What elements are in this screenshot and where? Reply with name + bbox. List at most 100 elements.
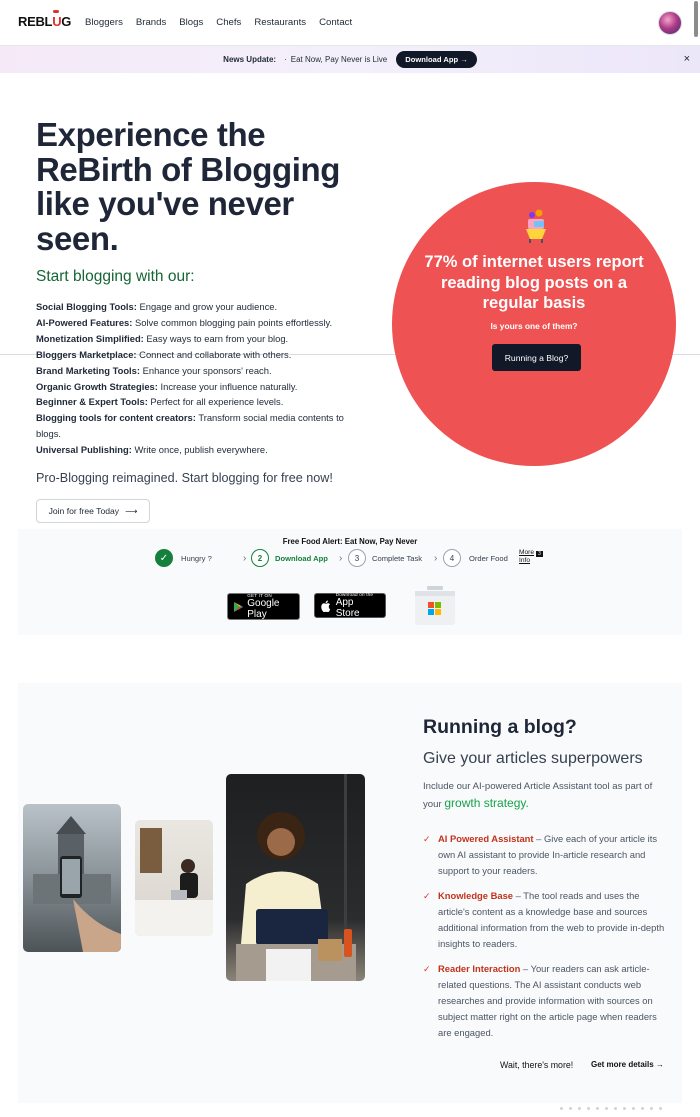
dot[interactable] [614,1107,617,1110]
info-badge: 3 [536,551,543,557]
dot[interactable] [623,1107,626,1110]
dot[interactable] [596,1107,599,1110]
check-icon: ✓ [155,549,173,567]
dot[interactable] [587,1107,590,1110]
dot[interactable] [632,1107,635,1110]
nav-link-restaurants[interactable]: Restaurants [254,17,306,28]
news-separator: · [284,55,287,64]
blog-intro: Include our AI-powered Article Assistant… [423,779,673,813]
feature-item: Beginner & Expert Tools: Perfect for all… [36,394,366,410]
feature-bold: Bloggers Marketplace: [36,348,137,360]
step-number: 3 [348,549,366,567]
hero-title: Experience the ReBirth of Blogging like … [36,116,341,257]
stat-circle: 77% of internet users report reading blo… [392,182,676,466]
dot[interactable] [641,1107,644,1110]
logo-text-a: REBL [18,14,53,29]
bullet-ai-assistant: ✓ AI Powered Assistant – Give each of yo… [423,831,673,879]
scrollbar-thumb[interactable] [694,1,698,37]
feature-bold: Blogging tools for content creators: [36,412,196,424]
apple-icon [321,599,331,612]
feature-list: Social Blogging Tools: Engage and grow y… [36,299,366,458]
nav-link-chefs[interactable]: Chefs [216,17,241,28]
dot[interactable] [578,1107,581,1110]
feature-bold: Beginner & Expert Tools: [36,396,148,408]
dot[interactable] [569,1107,572,1110]
more-info-link[interactable]: More Info [519,549,537,565]
feature-text: Connect and collaborate with others. [136,348,292,360]
feature-item: Monetization Simplified: Easy ways to ea… [36,331,366,347]
feature-bold: Social Blogging Tools: [36,301,137,312]
feature-text: Perfect for all experience levels. [147,396,284,408]
step-1[interactable]: ✓ Hungry ? [155,549,212,567]
step-4[interactable]: 4 Order Food [443,549,508,567]
arrow-right-icon: ⟶ [125,505,138,516]
google-play-icon [234,601,244,612]
step-2[interactable]: 2 Download App [251,549,328,567]
bullet-text: – Your readers can ask article-related q… [438,963,657,1038]
step-number: 2 [251,549,269,567]
step-label: Complete Task [372,553,423,563]
close-icon[interactable]: × [684,53,690,65]
logo-text-b: G [61,14,72,29]
bullet-knowledge-base: ✓ Knowledge Base – The tool reads and us… [423,888,673,952]
running-blog-button[interactable]: Running a Blog? [492,344,581,371]
feature-text: Write once, publish everywhere. [131,444,268,456]
feature-bold: Monetization Simplified: [36,332,144,344]
blog-subheading: Give your articles superpowers [423,750,643,767]
bullet-title: AI Powered Assistant [438,833,534,844]
checkmark-icon: ✓ [423,964,431,974]
reblog-logo[interactable]: REBLUG [18,14,71,29]
download-app-button[interactable]: Download App → [396,51,477,68]
feature-text: Increase your influence naturally. [157,380,298,392]
feature-item: Organic Growth Strategies: Increase your… [36,379,366,395]
feature-text: Engage and grow your audience. [136,301,278,312]
hero-tagline: Pro-Blogging reimagined. Start blogging … [36,471,333,485]
news-bar: News Update: · Eat Now, Pay Never is Liv… [0,46,700,73]
stat-title: 77% of internet users report reading blo… [424,253,644,312]
photo-woman-laptop [226,774,365,981]
app-store-button[interactable]: Download on the App Store [314,592,386,619]
chevron-right-icon: › [243,552,247,564]
dot[interactable] [659,1107,662,1110]
nav-link-bloggers[interactable]: Bloggers [85,17,123,28]
running-blog-section: Running a blog? Give your articles super… [18,683,682,1103]
food-alert-title: Free Food Alert: Eat Now, Pay Never [282,537,418,546]
nav-link-blogs[interactable]: Blogs [179,17,203,28]
food-alert-panel: Free Food Alert: Eat Now, Pay Never ✓ Hu… [18,529,682,635]
bullet-title: Reader Interaction [438,963,521,974]
get-more-details-link[interactable]: Get more details → [591,1060,664,1069]
dot[interactable] [605,1107,608,1110]
nav-link-contact[interactable]: Contact [319,17,352,28]
google-play-button[interactable]: GET IT ON Google Play [227,593,300,620]
feature-item: AI-Powered Features: Solve common bloggi… [36,315,366,331]
feature-bold: Brand Marketing Tools: [36,364,140,376]
join-label: Join for free Today [48,506,120,516]
dot[interactable] [650,1107,653,1110]
bullet-reader-interaction: ✓ Reader Interaction – Your readers can … [423,961,673,1041]
top-navbar: REBLUG Bloggers Brands Blogs Chefs Resta… [0,0,700,46]
hero-subtitle: Start blogging with our: [36,268,195,285]
stat-question: Is yours one of them? [490,321,578,331]
blog-intro-highlight: growth strategy. [444,796,529,810]
feature-item: Blogging tools for content creators: Tra… [36,410,366,442]
feature-item: Brand Marketing Tools: Enhance your spon… [36,363,366,379]
dot[interactable] [560,1107,563,1110]
nav-link-brands[interactable]: Brands [136,17,166,28]
chevron-right-icon: › [339,552,343,564]
news-text: Eat Now, Pay Never is Live [290,55,388,64]
feature-bold: AI-Powered Features: [36,316,133,328]
step-3[interactable]: 3 Complete Task [348,549,422,567]
feature-bold: Organic Growth Strategies: [36,380,158,392]
bullet-title: Knowledge Base [438,890,514,901]
blog-heading: Running a blog? [423,716,577,738]
microsoft-store-icon[interactable] [414,584,456,626]
step-label: Download App [275,553,328,563]
chevron-right-icon: › [434,552,438,564]
step-label: Hungry ? [181,553,212,563]
step-label: Order Food [469,553,508,563]
pagination-dots [560,1107,662,1110]
google-badge-big: Google Play [247,598,280,620]
join-free-button[interactable]: Join for free Today ⟶ [36,499,150,523]
user-avatar[interactable] [658,11,682,35]
apple-badge-big: App Store [335,597,360,619]
